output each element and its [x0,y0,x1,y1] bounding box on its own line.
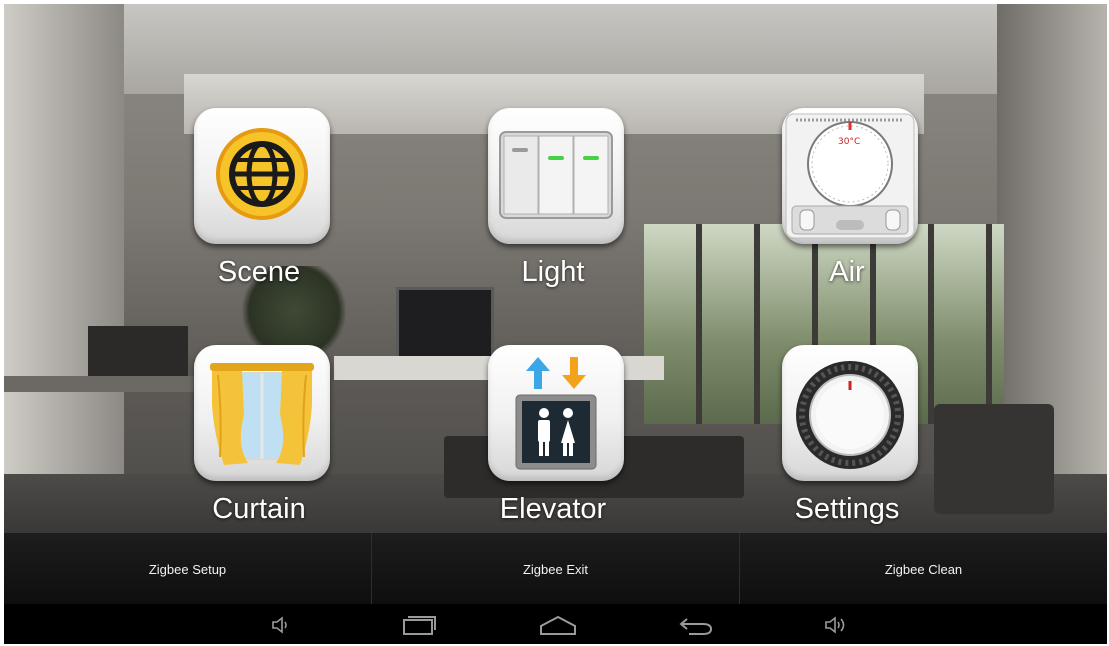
tile-label: Air [829,256,865,288]
zigbee-action-bar: Zigbee Setup Zigbee Exit Zigbee Clean [4,532,1107,605]
thermostat-readout: 30°C [838,137,860,147]
volume-down-icon[interactable] [262,612,302,638]
home-icon[interactable] [538,612,578,638]
tile-label: Scene [217,256,301,288]
tile-label: Curtain [212,493,306,525]
tile-label: Elevator [499,493,607,525]
tile-label: Light [521,256,585,288]
zigbee-setup-button[interactable]: Zigbee Setup [4,533,372,605]
recent-apps-icon[interactable] [400,612,440,638]
zigbee-clean-button[interactable]: Zigbee Clean [740,533,1107,605]
tile-label: Settings [794,493,900,525]
light-switch-icon[interactable] [488,108,624,244]
back-icon[interactable] [676,612,716,638]
tile-air[interactable]: 30°C Air [723,106,971,306]
thermostat-icon[interactable]: 30°C [782,108,918,244]
globe-icon[interactable] [194,108,330,244]
tile-scene[interactable]: Scene [135,106,383,306]
tile-settings[interactable]: Settings [723,343,971,543]
system-nav-bar [4,604,1107,644]
tile-elevator[interactable]: Elevator [429,343,677,543]
tile-curtain[interactable]: Curtain [135,343,383,543]
tile-light[interactable]: Light [429,106,677,306]
curtain-icon[interactable] [194,345,330,481]
dial-icon[interactable] [782,345,918,481]
zigbee-exit-button[interactable]: Zigbee Exit [372,533,740,605]
volume-up-icon[interactable] [816,612,856,638]
screen: Scene Light 30°C Air Curtain Elevator Se… [4,4,1107,644]
elevator-icon[interactable] [488,345,624,481]
